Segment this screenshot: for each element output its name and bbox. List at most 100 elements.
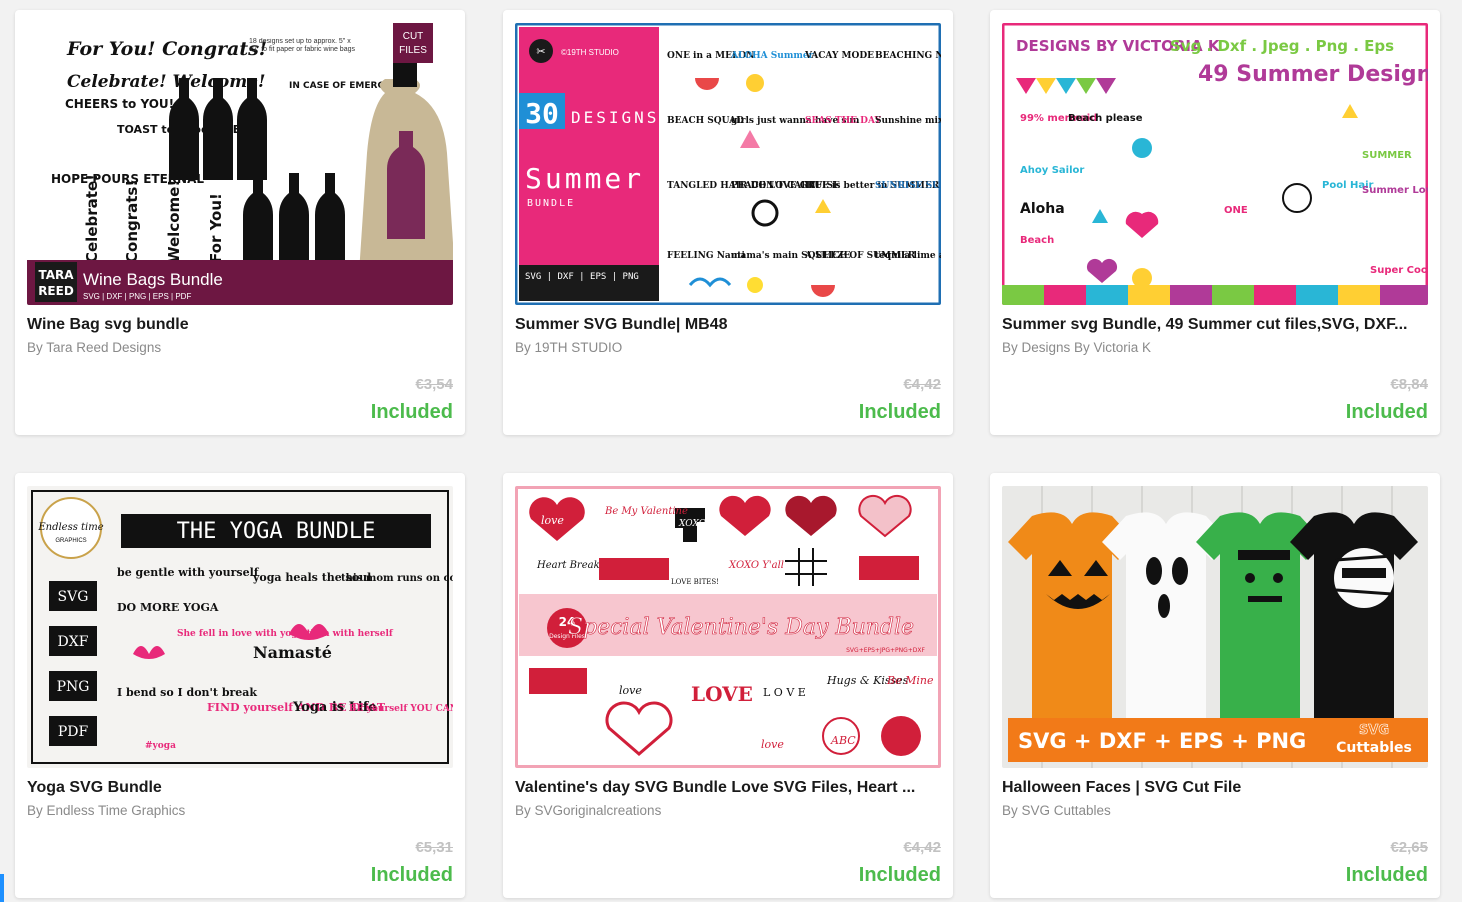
svg-text:Aloha: Aloha bbox=[1020, 201, 1065, 217]
original-price: €5,31 bbox=[415, 839, 453, 856]
included-label: Included bbox=[858, 864, 941, 886]
svg-text:Be My Valentine: Be My Valentine bbox=[604, 506, 688, 517]
svg-text:ALOHA Summer: ALOHA Summer bbox=[730, 51, 814, 61]
product-thumbnail[interactable]: ✂ ©19TH STUDIO 30 DESIGNS Summer BUNDLE … bbox=[515, 23, 941, 305]
brand-sub-label: GRAPHICS bbox=[55, 538, 86, 544]
svg-text:BEACHING NOT TEACHING: BEACHING NOT TEACHING bbox=[875, 51, 941, 61]
svg-text:ONE: ONE bbox=[1224, 205, 1248, 216]
product-thumbnail[interactable]: SVG + DXF + EPS + PNG SVG Cuttables bbox=[1002, 486, 1428, 768]
svg-text:Namasté: Namasté bbox=[253, 643, 332, 662]
bundle-label: BUNDLE bbox=[527, 198, 575, 209]
svg-text:LOVE BITES!: LOVE BITES! bbox=[671, 578, 719, 586]
svg-text:Sunshine mixed with a little h: Sunshine mixed with a little hurricane bbox=[875, 116, 941, 126]
svg-text:Beach please: Beach please bbox=[1068, 113, 1143, 124]
svg-text:XOXO Y'all: XOXO Y'all bbox=[728, 560, 784, 571]
svg-text:Beach: Beach bbox=[1020, 235, 1054, 246]
logo-top: SVG bbox=[1359, 723, 1389, 738]
product-author[interactable]: By Tara Reed Designs bbox=[27, 340, 453, 355]
svg-text:SVG: SVG bbox=[58, 589, 89, 605]
included-label: Included bbox=[1345, 864, 1428, 886]
product-author[interactable]: By 19TH STUDIO bbox=[515, 340, 941, 355]
phrase-congrats: Congrats! bbox=[123, 180, 141, 263]
formats-label: Svg . Dxf . Jpeg . Png . Eps bbox=[1170, 37, 1394, 55]
banner-formats: SVG + DXF + EPS + PNG bbox=[1018, 729, 1306, 753]
original-price: €4,42 bbox=[903, 839, 941, 856]
cut-files-badge-top: CUT bbox=[403, 31, 424, 42]
svg-text:PNG: PNG bbox=[57, 679, 90, 695]
svg-text:#yoga: #yoga bbox=[145, 741, 176, 751]
logo-bottom: REED bbox=[38, 284, 74, 298]
svg-text:Ahoy Sailor: Ahoy Sailor bbox=[1020, 165, 1084, 176]
yoga-bundle-preview-image: Endless time GRAPHICS THE YOGA BUNDLE SV… bbox=[27, 486, 453, 768]
product-author[interactable]: By SVGoriginalcreations bbox=[515, 803, 941, 818]
original-price: €4,42 bbox=[903, 376, 941, 393]
svg-text:L O V E: L O V E bbox=[763, 686, 806, 699]
product-thumbnail[interactable]: For You! Congrats! Celebrate! Welcome! 1… bbox=[27, 23, 453, 305]
svg-text:DXF: DXF bbox=[58, 634, 89, 650]
color-stripe bbox=[1002, 285, 1428, 305]
svg-text:BE yourself YOU CAN DO anythin: BE yourself YOU CAN DO anything bbox=[349, 704, 453, 714]
cut-files-badge-bottom: FILES bbox=[399, 45, 427, 56]
product-author[interactable]: By Endless Time Graphics bbox=[27, 803, 453, 818]
phrase-cheers: CHEERS to YOU! bbox=[65, 97, 174, 111]
product-card[interactable]: Endless time GRAPHICS THE YOGA BUNDLE SV… bbox=[15, 473, 465, 898]
product-card[interactable]: SVG + DXF + EPS + PNG SVG Cuttables Hall… bbox=[990, 473, 1440, 898]
scroll-edge-indicator bbox=[0, 874, 4, 902]
svg-text:this mom runs on coffee & yoga: this mom runs on coffee & yoga bbox=[341, 573, 453, 584]
studio-label: ©19TH STUDIO bbox=[561, 48, 619, 57]
svg-text:VACAY MODE: VACAY MODE bbox=[804, 51, 874, 61]
svg-text:be gentle with yourself: be gentle with yourself bbox=[117, 566, 260, 579]
product-title[interactable]: Valentine's day SVG Bundle Love SVG File… bbox=[515, 779, 941, 797]
svg-text:SUMMER: SUMMER bbox=[1362, 150, 1412, 161]
product-title[interactable]: Halloween Faces | SVG Cut File bbox=[1002, 779, 1428, 797]
logo-top: TARA bbox=[38, 268, 74, 282]
product-card[interactable]: ✂ ©19TH STUDIO 30 DESIGNS Summer BUNDLE … bbox=[503, 10, 953, 435]
svg-text:tequila lime and Sunshine: tequila lime and Sunshine bbox=[875, 251, 941, 261]
banner-formats: SVG | DXF | PNG | EPS | PDF bbox=[83, 292, 191, 301]
product-card[interactable]: For You! Congrats! Celebrate! Welcome! 1… bbox=[15, 10, 465, 435]
preview-note: 18 designs set up to approx. 5" x 12" to… bbox=[249, 38, 355, 54]
victoria-summer-preview-image: DESIGNS BY VICTORIA K Svg . Dxf . Jpeg .… bbox=[1002, 23, 1428, 305]
valentine-bundle-preview-image: love Be My Valentine XOXO Heart Breaker … bbox=[515, 486, 941, 768]
mummy-face bbox=[1334, 548, 1394, 608]
svg-text:DO MORE YOGA: DO MORE YOGA bbox=[117, 601, 219, 614]
product-author[interactable]: By Designs By Victoria K bbox=[1002, 340, 1428, 355]
brand-label: Endless time bbox=[37, 522, 103, 533]
svg-text:She fell in love with yoga the: She fell in love with yoga then with her… bbox=[177, 629, 394, 639]
designs-label: DESIGNS bbox=[571, 108, 659, 127]
product-title[interactable]: Summer svg Bundle, 49 Summer cut files,S… bbox=[1002, 316, 1428, 334]
summer-bundle-preview-image: ✂ ©19TH STUDIO 30 DESIGNS Summer BUNDLE … bbox=[515, 23, 941, 305]
svg-text:ABC: ABC bbox=[830, 734, 856, 747]
product-thumbnail[interactable]: DESIGNS BY VICTORIA K Svg . Dxf . Jpeg .… bbox=[1002, 23, 1428, 305]
phrase-celebrate: Celebrate! bbox=[83, 174, 101, 263]
headline-label: 49 Summer Designs bbox=[1198, 62, 1428, 87]
product-title[interactable]: Summer SVG Bundle| MB48 bbox=[515, 316, 941, 334]
svg-text:SEAS THE DAY: SEAS THE DAY bbox=[805, 116, 882, 126]
product-title[interactable]: Wine Bag svg bundle bbox=[27, 316, 453, 334]
product-title[interactable]: Yoga SVG Bundle bbox=[27, 779, 453, 797]
original-price: €8,84 bbox=[1390, 376, 1428, 393]
product-card[interactable]: love Be My Valentine XOXO Heart Breaker … bbox=[503, 473, 953, 898]
svg-text:SUNRISE SUNBURN SUNSET REPEAT: SUNRISE SUNBURN SUNSET REPEAT bbox=[875, 181, 941, 191]
svg-text:love: love bbox=[619, 684, 642, 697]
included-label: Included bbox=[858, 401, 941, 423]
product-author[interactable]: By SVG Cuttables bbox=[1002, 803, 1428, 818]
valentine-truck bbox=[599, 558, 669, 580]
svg-text:LOVE: LOVE bbox=[691, 682, 753, 706]
summer-label: Summer bbox=[525, 162, 644, 195]
banner-title: THE YOGA BUNDLE bbox=[177, 519, 376, 544]
product-card[interactable]: DESIGNS BY VICTORIA K Svg . Dxf . Jpeg .… bbox=[990, 10, 1440, 435]
formats-label: SVG | DXF | EPS | PNG bbox=[525, 272, 639, 282]
original-price: €2,65 bbox=[1390, 839, 1428, 856]
included-label: Included bbox=[370, 864, 453, 886]
product-thumbnail[interactable]: Endless time GRAPHICS THE YOGA BUNDLE SV… bbox=[27, 486, 453, 768]
svg-text:PDF: PDF bbox=[58, 724, 89, 740]
formats-label: SVG+EPS+JPG+PNG+DXF bbox=[846, 647, 925, 654]
product-thumbnail[interactable]: love Be My Valentine XOXO Heart Breaker … bbox=[515, 486, 941, 768]
svg-text:Super Cool: Super Cool bbox=[1370, 265, 1428, 276]
svg-text:I bend so I don't break: I bend so I don't break bbox=[117, 686, 257, 699]
svg-text:XOXO: XOXO bbox=[678, 519, 707, 529]
product-grid: For You! Congrats! Celebrate! Welcome! 1… bbox=[0, 0, 1462, 902]
wine-bag-preview-image: For You! Congrats! Celebrate! Welcome! 1… bbox=[27, 23, 453, 305]
included-label: Included bbox=[1345, 401, 1428, 423]
